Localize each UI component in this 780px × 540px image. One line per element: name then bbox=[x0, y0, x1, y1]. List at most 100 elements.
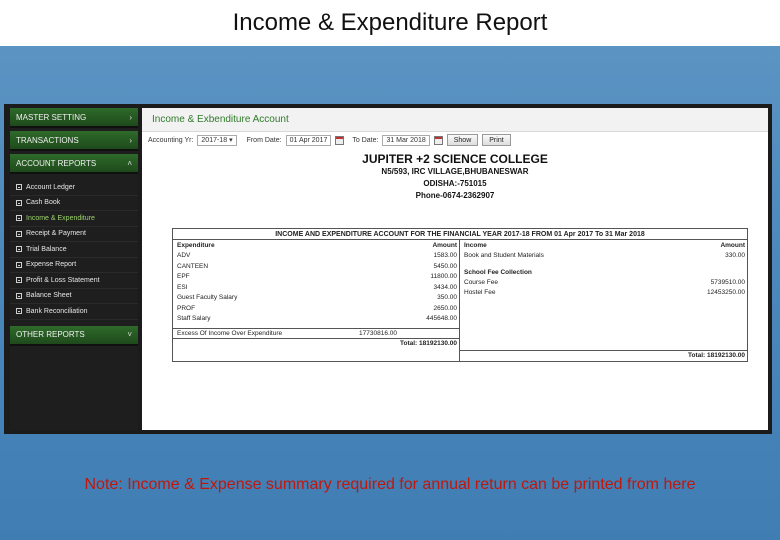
accounting-year-select[interactable]: 2017-18 ▾ bbox=[197, 134, 237, 146]
table-row: EPF 11800.00 bbox=[173, 272, 459, 283]
expand-box-icon bbox=[16, 261, 22, 268]
slide-note: Note: Income & Expense summary required … bbox=[84, 476, 696, 493]
income-group-heading: School Fee Collection bbox=[464, 268, 532, 276]
excess-row: Excess Of Income Over Expenditure 1773081… bbox=[173, 327, 459, 339]
row-amount: 5739510.00 bbox=[710, 278, 745, 286]
row-label: ADV bbox=[177, 252, 191, 259]
expenditure-header: Expenditure bbox=[177, 242, 215, 249]
sidebar-item-receipt-payment[interactable]: Receipt & Payment bbox=[10, 227, 138, 242]
table-row: Guest Faculty Salary 350.00 bbox=[173, 293, 459, 304]
sidebar-item-label: Balance Sheet bbox=[26, 292, 72, 300]
row-amount: 17730816.00 bbox=[359, 329, 397, 337]
sidebar-item-balance-sheet[interactable]: Balance Sheet bbox=[10, 289, 138, 304]
income-expenditure-table: INCOME AND EXPENDITURE ACCOUNT FOR THE F… bbox=[172, 228, 748, 362]
show-button[interactable]: Show bbox=[446, 134, 479, 146]
row-amount: 12453250.00 bbox=[707, 289, 745, 296]
table-row: Course Fee 5739510.00 bbox=[460, 278, 747, 289]
chevron-up-icon: ˄ bbox=[127, 158, 132, 168]
row-amount: 350.00 bbox=[437, 294, 457, 301]
sidebar-section-label: MASTER SETTING bbox=[16, 112, 87, 122]
slide-title: Income & Expenditure Report bbox=[232, 9, 548, 36]
row-amount: 3434.00 bbox=[433, 283, 458, 291]
expand-box-icon bbox=[16, 246, 22, 253]
table-row: Book and Student Materials 330.00 bbox=[460, 251, 747, 262]
row-label: Guest Faculty Salary bbox=[177, 294, 238, 301]
to-date-input[interactable]: 31 Mar 2018 bbox=[382, 134, 430, 146]
table-row: ESI 3434.00 bbox=[173, 283, 459, 294]
main-content: Income & Exbenditure Account Accounting … bbox=[142, 108, 768, 430]
sidebar-item-trial-balance[interactable]: Trial Balance bbox=[10, 242, 138, 258]
sidebar-section-label: OTHER REPORTS bbox=[16, 330, 85, 339]
app-screenshot: MASTER SETTING › TRANSACTIONS › ACCOUNT … bbox=[4, 104, 772, 434]
college-header: JUPITER +2 SCIENCE COLLEGE N5/593, IRC V… bbox=[142, 152, 768, 202]
sidebar-item-label: Receipt & Payment bbox=[26, 230, 86, 238]
income-column: Income Amount Book and Student Materials… bbox=[460, 240, 747, 361]
accounting-year-label: Accounting Yr: bbox=[148, 136, 194, 144]
row-label: ESI bbox=[177, 283, 188, 291]
from-date-input[interactable]: 01 Apr 2017 bbox=[285, 134, 332, 146]
row-label: EPF bbox=[177, 273, 190, 280]
college-phone: Phone-0674-2362907 bbox=[415, 191, 495, 200]
table-row: Staff Salary 445648.00 bbox=[173, 314, 459, 325]
from-date-label: From Date: bbox=[246, 136, 282, 144]
expand-box-icon bbox=[16, 230, 22, 237]
row-amount: 2650.00 bbox=[433, 304, 458, 312]
sidebar-section-other-reports[interactable]: OTHER REPORTS ˅ bbox=[10, 325, 138, 346]
expand-box-icon bbox=[16, 215, 22, 222]
sidebar-item-account-ledger[interactable]: Account Ledger bbox=[10, 180, 138, 196]
row-label: PROF bbox=[177, 304, 196, 312]
amount-header: Amount bbox=[432, 242, 457, 249]
sidebar-item-profit-loss[interactable]: Profit & Loss Statement bbox=[10, 273, 138, 289]
college-name: JUPITER +2 SCIENCE COLLEGE bbox=[362, 152, 548, 166]
to-date-label: To Date: bbox=[352, 136, 379, 144]
slide-title-band: Income & Expenditure Report bbox=[0, 0, 780, 46]
account-reports-list: Account Ledger Cash Book Income & Expend… bbox=[10, 177, 138, 326]
row-label: Hostel Fee bbox=[464, 289, 496, 296]
row-amount: 330.00 bbox=[725, 252, 745, 259]
page-title: Income & Exbenditure Account bbox=[142, 108, 768, 132]
row-label: Excess Of Income Over Expenditure bbox=[177, 329, 283, 337]
sidebar-item-bank-reconciliation[interactable]: Bank Reconciliation bbox=[10, 304, 138, 320]
sidebar: MASTER SETTING › TRANSACTIONS › ACCOUNT … bbox=[10, 108, 138, 430]
expand-box-icon bbox=[16, 199, 22, 206]
sidebar-item-label: Account Ledger bbox=[26, 183, 76, 191]
row-label: Staff Salary bbox=[177, 315, 211, 322]
row-label: Book and Student Materials bbox=[464, 252, 544, 259]
amount-header: Amount bbox=[720, 242, 745, 249]
expand-box-icon bbox=[16, 292, 22, 299]
income-header: Income bbox=[464, 242, 487, 249]
expand-box-icon bbox=[16, 308, 22, 315]
row-label: CANTEEN bbox=[177, 262, 209, 270]
calendar-icon[interactable] bbox=[433, 135, 443, 145]
sidebar-item-expense-report[interactable]: Expense Report bbox=[10, 258, 138, 273]
sidebar-item-label: Cash Book bbox=[26, 199, 61, 207]
table-row: Hostel Fee 12453250.00 bbox=[460, 288, 747, 299]
calendar-icon[interactable] bbox=[335, 135, 345, 145]
filter-bar: Accounting Yr: 2017-18 ▾ From Date: 01 A… bbox=[142, 132, 768, 148]
expenditure-total: Total: 18192130.00 bbox=[173, 338, 459, 349]
sidebar-section-transactions[interactable]: TRANSACTIONS › bbox=[10, 131, 138, 151]
table-row: CANTEEN 5450.00 bbox=[173, 262, 459, 273]
sidebar-section-label: TRANSACTIONS bbox=[16, 135, 79, 145]
sidebar-item-income-expenditure[interactable]: Income & Expenditure bbox=[10, 211, 138, 227]
sidebar-section-master-setting[interactable]: MASTER SETTING › bbox=[10, 108, 138, 128]
row-amount: 5450.00 bbox=[433, 262, 458, 270]
sidebar-section-label: ACCOUNT REPORTS bbox=[16, 158, 97, 168]
expand-box-icon bbox=[16, 184, 22, 191]
sidebar-section-account-reports[interactable]: ACCOUNT REPORTS ˄ bbox=[10, 154, 138, 174]
dropdown-arrow-icon: ▾ bbox=[229, 137, 233, 144]
table-row: PROF 2650.00 bbox=[173, 304, 459, 315]
sidebar-item-cash-book[interactable]: Cash Book bbox=[10, 196, 138, 211]
table-header-row: Expenditure Amount bbox=[173, 240, 459, 251]
report-title: INCOME AND EXPENDITURE ACCOUNT FOR THE F… bbox=[173, 229, 747, 240]
income-total: Total: 18192130.00 bbox=[460, 349, 747, 361]
row-amount: 445648.00 bbox=[426, 315, 457, 322]
sidebar-item-label: Trial Balance bbox=[26, 245, 67, 253]
table-header-row: Income Amount bbox=[460, 240, 747, 251]
sidebar-item-label: Income & Expenditure bbox=[26, 214, 95, 222]
row-label: Course Fee bbox=[464, 278, 498, 286]
row-amount: 1583.00 bbox=[433, 252, 458, 259]
college-address: N5/593, IRC VILLAGE,BHUBANESWAR bbox=[381, 167, 529, 176]
print-button[interactable]: Print bbox=[482, 134, 511, 146]
